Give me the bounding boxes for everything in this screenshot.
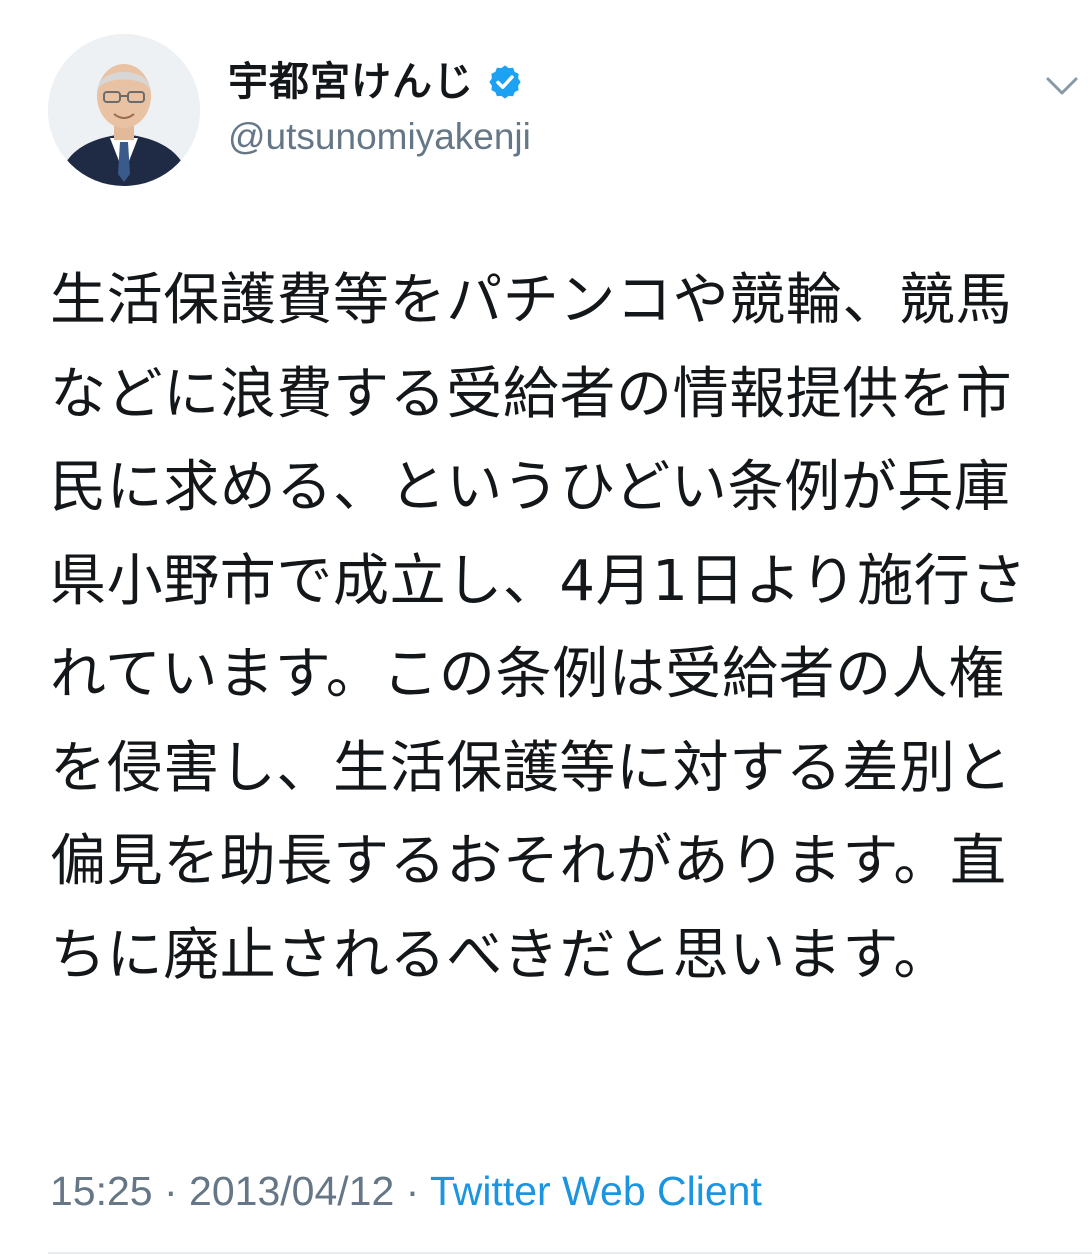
tweet-text: 生活保護費等をパチンコや競輪、競馬などに浪費する受給者の情報提供を市民に求める、… (50, 268, 1027, 988)
meta-separator: · (394, 1168, 430, 1214)
chevron-down-icon[interactable] (1042, 66, 1082, 106)
tweet-meta: 15:25 · 2013/04/12 · Twitter Web Client (50, 1163, 762, 1219)
verified-badge-icon (489, 65, 521, 99)
meta-separator: · (152, 1168, 190, 1214)
tweet-source-link[interactable]: Twitter Web Client (430, 1168, 762, 1214)
divider (48, 1252, 1092, 1254)
user-handle[interactable]: @utsunomiyakenji (228, 112, 531, 162)
user-name-row[interactable]: 宇都宮けんじ (228, 56, 524, 108)
tweet-date[interactable]: 2013/04/12 (189, 1168, 394, 1214)
avatar[interactable] (48, 34, 200, 186)
tweet-time[interactable]: 15:25 (50, 1168, 153, 1214)
display-name[interactable]: 宇都宮けんじ (228, 56, 474, 108)
